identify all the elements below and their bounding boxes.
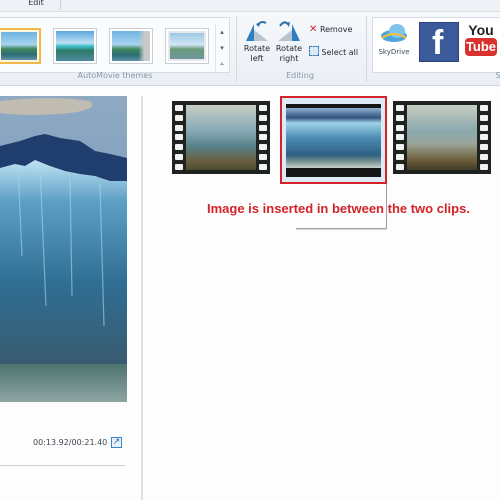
group-label-editing: Editing (286, 71, 314, 80)
group-label-share: S (495, 71, 500, 80)
youtube-button[interactable]: You Tube (463, 22, 499, 62)
theme-thumbnail-3[interactable] (109, 28, 153, 64)
annotation-caption: Image is inserted in between the two cli… (207, 201, 470, 216)
pane-splitter[interactable] (141, 96, 143, 500)
share-gallery: SkyDrive f You Tube (372, 17, 500, 73)
automovie-themes-gallery: ▴ ▾ ⩡ (0, 17, 230, 73)
storyboard-clip-1[interactable] (172, 101, 270, 174)
expand-arrow-icon[interactable]: ↗ (111, 437, 122, 448)
select-all-button[interactable]: Select all (309, 46, 358, 58)
remove-button[interactable]: ✕ Remove (309, 24, 352, 36)
ribbon: ▴ ▾ ⩡ AutoMovie themes Rotate left Rotat… (0, 12, 500, 86)
theme-thumbnail-1[interactable] (0, 28, 41, 64)
group-separator (366, 16, 367, 82)
storyboard-clip-2[interactable] (393, 101, 491, 174)
skydrive-cloud-icon (381, 24, 407, 42)
group-label-automovie-themes: AutoMovie themes (77, 71, 153, 80)
group-separator (236, 16, 237, 82)
remove-x-icon: ✕ (309, 24, 318, 35)
rotate-right-icon (276, 18, 302, 42)
theme-thumbnail-2[interactable] (53, 28, 97, 64)
rotate-right-label-1: Rotate (275, 44, 303, 53)
remove-label: Remove (319, 25, 353, 34)
gallery-scroll-down-icon[interactable]: ▾ (216, 40, 228, 56)
youtube-tube-label: Tube (465, 38, 497, 56)
rotate-left-button[interactable]: Rotate left (241, 18, 273, 64)
rotate-left-label-2: left (250, 54, 264, 63)
tab-edit[interactable]: Edit (14, 0, 58, 11)
rotate-left-label-1: Rotate (243, 44, 271, 53)
theme-thumbnail-4[interactable] (165, 28, 209, 64)
preview-frame-image (0, 96, 127, 426)
insert-indicator-base (296, 228, 387, 229)
facebook-f-icon: f (432, 24, 444, 62)
preview-time: 00:13.92/00:21.40 (33, 438, 108, 447)
facebook-button[interactable]: f (419, 22, 459, 62)
gallery-more-icon[interactable]: ⩡ (216, 56, 228, 72)
clip-2-thumbnail (407, 105, 477, 170)
select-all-icon (309, 46, 319, 56)
inserted-image-thumbnail (286, 104, 381, 177)
clip-1-thumbnail (186, 105, 256, 170)
tab-separator (60, 0, 61, 10)
youtube-you-label: You (468, 22, 494, 38)
skydrive-label: SkyDrive (378, 48, 410, 56)
skydrive-button[interactable]: SkyDrive (376, 22, 412, 66)
preview-seek-bar[interactable] (0, 465, 125, 466)
select-all-label: Select all (321, 48, 359, 57)
gallery-scroll: ▴ ▾ ⩡ (215, 24, 228, 72)
video-preview[interactable] (0, 96, 127, 426)
rotate-right-button[interactable]: Rotate right (273, 18, 305, 64)
rotate-right-label-2: right (279, 54, 299, 63)
rotate-left-icon (244, 18, 270, 42)
inserted-image-item[interactable] (280, 96, 387, 184)
ribbon-tab-bar: Edit (0, 0, 500, 12)
gallery-scroll-up-icon[interactable]: ▴ (216, 24, 228, 40)
